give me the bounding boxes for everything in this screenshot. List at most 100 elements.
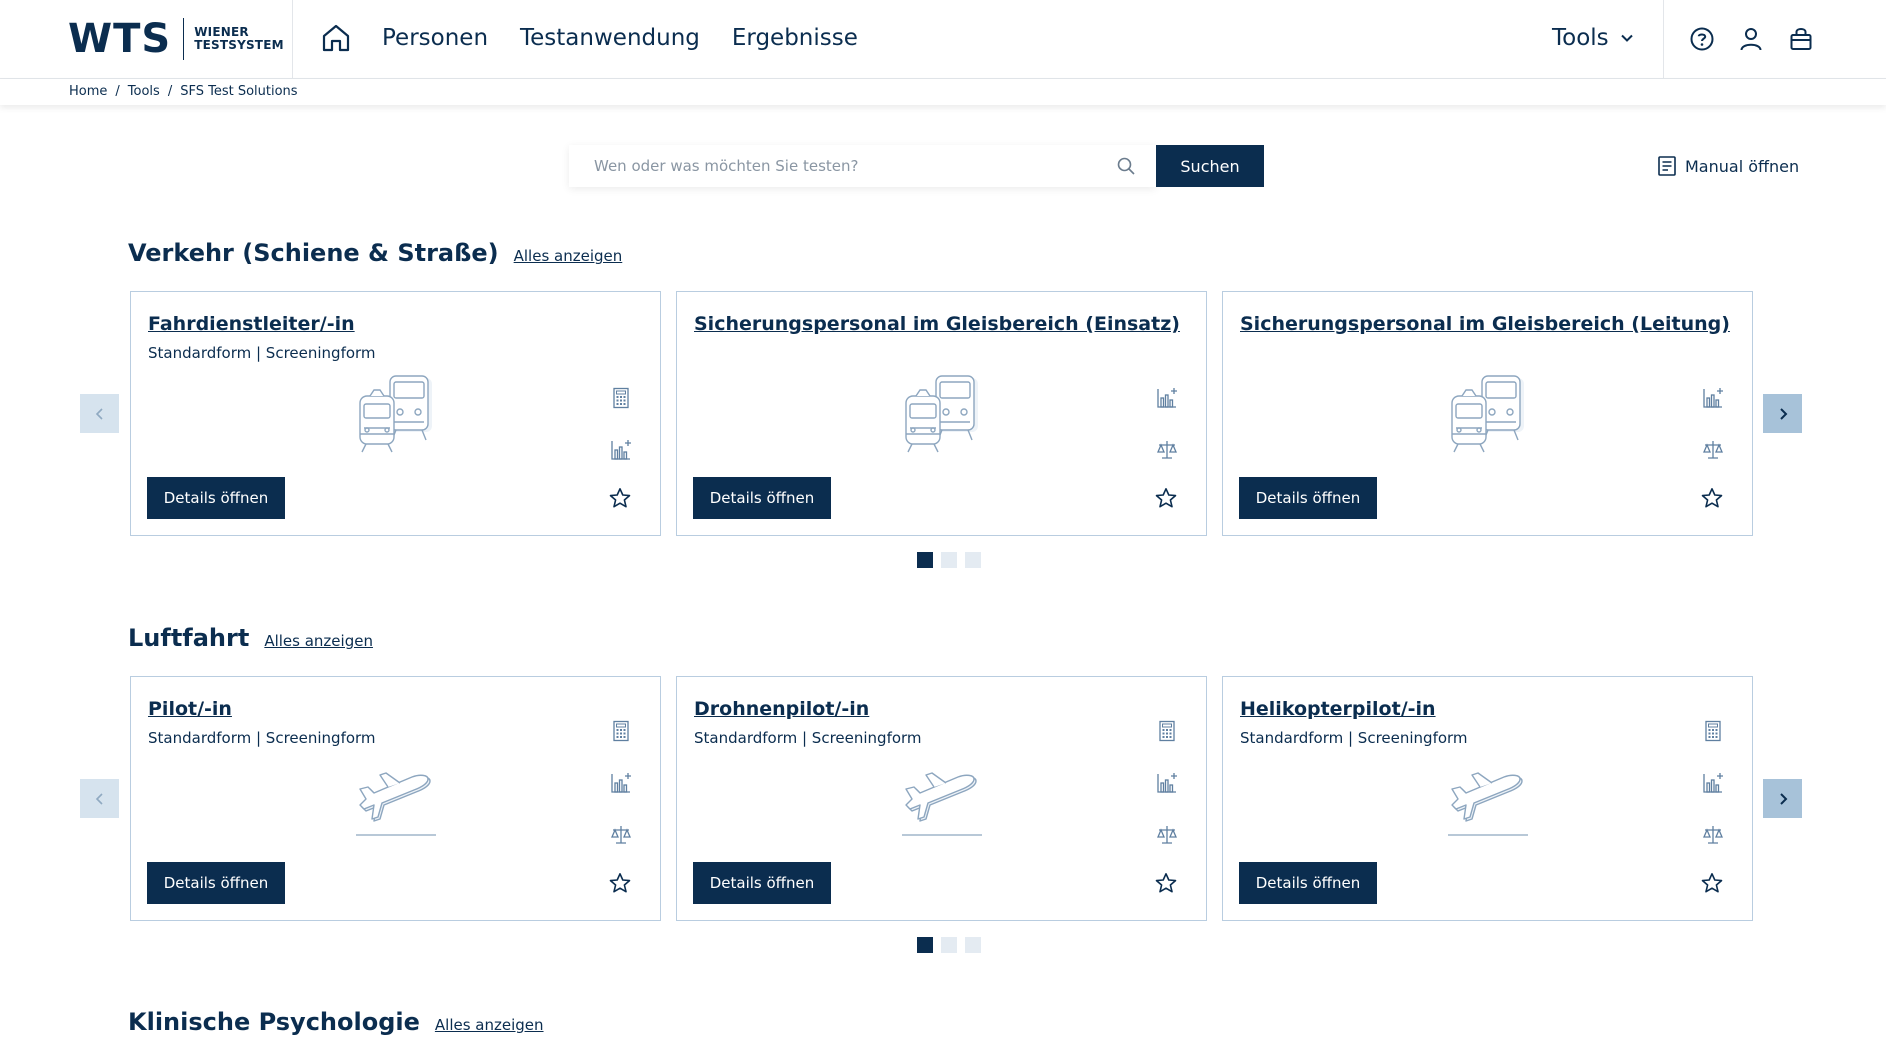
details-button[interactable]: Details öffnen xyxy=(1239,477,1377,519)
star-icon[interactable] xyxy=(608,486,632,510)
header-divider xyxy=(292,0,293,79)
details-button[interactable]: Details öffnen xyxy=(693,862,831,904)
user-icon[interactable] xyxy=(1737,25,1765,53)
pagination-dot-active[interactable] xyxy=(917,937,933,953)
manual-label: Manual öffnen xyxy=(1685,156,1800,176)
test-card: Sicherungspersonal im Gleisbereich (Leit… xyxy=(1222,291,1753,536)
chevron-right-icon xyxy=(1779,792,1787,805)
nav-personen[interactable]: Personen xyxy=(382,24,488,52)
scales-icon[interactable] xyxy=(1155,823,1179,847)
logo-divider xyxy=(183,18,185,60)
scales-icon[interactable] xyxy=(1701,438,1725,462)
logo-subtitle-line-1: WIENER xyxy=(194,25,249,39)
chart-plus-icon[interactable] xyxy=(1155,771,1179,795)
wts-logo[interactable]: WTS WIENER TESTSYSTEM xyxy=(68,18,284,60)
show-all-link[interactable]: Alles anzeigen xyxy=(435,1016,544,1034)
scales-icon[interactable] xyxy=(1155,438,1179,462)
card-title[interactable]: Sicherungspersonal im Gleisbereich (Leit… xyxy=(1240,313,1730,335)
section-heading: Klinische Psychologie xyxy=(128,1008,420,1036)
star-icon[interactable] xyxy=(1154,486,1178,510)
chevron-down-icon xyxy=(1620,34,1633,42)
carousel-prev-button[interactable] xyxy=(80,394,119,433)
tools-label: Tools xyxy=(1552,25,1609,51)
logo-subtitle-line-2: TESTSYSTEM xyxy=(194,38,284,52)
pagination-dot[interactable] xyxy=(965,937,981,953)
document-icon[interactable] xyxy=(1155,719,1179,743)
section-heading: Luftfahrt xyxy=(128,624,250,652)
card-title[interactable]: Fahrdienstleiter/-in xyxy=(148,313,355,335)
search-button[interactable]: Suchen xyxy=(1156,145,1264,187)
test-card: Helikopterpilot/-in Standardform | Scree… xyxy=(1222,676,1753,921)
breadcrumb-bar: Home / Tools / SFS Test Solutions xyxy=(0,79,1886,105)
section-title-klinische-psychologie: Klinische Psychologie Alles anzeigen xyxy=(128,1008,544,1036)
document-icon[interactable] xyxy=(1701,719,1725,743)
airplane-icon xyxy=(354,759,438,839)
details-button[interactable]: Details öffnen xyxy=(147,862,285,904)
breadcrumb: Home / Tools / SFS Test Solutions xyxy=(69,84,298,99)
pagination-dot[interactable] xyxy=(941,552,957,568)
train-icon xyxy=(1446,374,1530,454)
section-title-verkehr: Verkehr (Schiene & Straße) Alles anzeige… xyxy=(128,239,622,267)
scales-icon[interactable] xyxy=(1701,823,1725,847)
nav-ergebnisse[interactable]: Ergebnisse xyxy=(732,24,858,52)
section-heading: Verkehr (Schiene & Straße) xyxy=(128,239,499,267)
airplane-icon xyxy=(1446,759,1530,839)
carousel-next-button[interactable] xyxy=(1763,779,1802,818)
card-title[interactable]: Drohnenpilot/-in xyxy=(694,698,869,720)
help-icon[interactable] xyxy=(1688,25,1716,53)
cart-icon[interactable] xyxy=(1787,25,1815,53)
home-icon[interactable] xyxy=(320,22,352,54)
search-box xyxy=(569,145,1156,187)
document-icon[interactable] xyxy=(609,719,633,743)
card-subtitle: Standardform | Screeningform xyxy=(148,344,376,362)
carousel-next-button[interactable] xyxy=(1763,394,1802,433)
section-title-luftfahrt: Luftfahrt Alles anzeigen xyxy=(128,624,373,652)
breadcrumb-current[interactable]: SFS Test Solutions xyxy=(180,84,297,99)
details-button[interactable]: Details öffnen xyxy=(147,477,285,519)
chart-plus-icon[interactable] xyxy=(1701,386,1725,410)
chevron-right-icon xyxy=(1779,407,1787,420)
show-all-link[interactable]: Alles anzeigen xyxy=(514,247,623,265)
document-icon[interactable] xyxy=(609,386,633,410)
star-icon[interactable] xyxy=(1154,871,1178,895)
train-icon xyxy=(354,374,438,454)
details-button[interactable]: Details öffnen xyxy=(693,477,831,519)
card-title[interactable]: Helikopterpilot/-in xyxy=(1240,698,1436,720)
breadcrumb-home[interactable]: Home xyxy=(69,84,107,99)
breadcrumb-tools[interactable]: Tools xyxy=(128,84,160,99)
logo-wordmark: WTS xyxy=(68,16,172,62)
header-divider xyxy=(1663,0,1664,79)
chevron-left-icon xyxy=(95,792,103,805)
chart-plus-icon[interactable] xyxy=(609,438,633,462)
pagination-dot-active[interactable] xyxy=(917,552,933,568)
breadcrumb-separator: / xyxy=(115,84,120,99)
pagination-dot[interactable] xyxy=(965,552,981,568)
test-card: Fahrdienstleiter/-in Standardform | Scre… xyxy=(130,291,661,536)
card-title[interactable]: Pilot/-in xyxy=(148,698,232,720)
search-input[interactable] xyxy=(569,146,1089,186)
details-button[interactable]: Details öffnen xyxy=(1239,862,1377,904)
top-header: WTS WIENER TESTSYSTEM Personen Testanwen… xyxy=(0,0,1886,79)
chart-plus-icon[interactable] xyxy=(1701,771,1725,795)
nav-testanwendung[interactable]: Testanwendung xyxy=(520,24,700,52)
test-card: Sicherungspersonal im Gleisbereich (Eins… xyxy=(676,291,1207,536)
carousel-prev-button[interactable] xyxy=(80,779,119,818)
chart-plus-icon[interactable] xyxy=(1155,386,1179,410)
carousel-pagination xyxy=(917,552,981,568)
carousel-pagination xyxy=(917,937,981,953)
manual-icon xyxy=(1658,156,1676,176)
tools-dropdown[interactable]: Tools xyxy=(1552,24,1635,52)
search-icon[interactable] xyxy=(1116,156,1136,176)
test-card: Drohnenpilot/-in Standardform | Screenin… xyxy=(676,676,1207,921)
star-icon[interactable] xyxy=(1700,871,1724,895)
card-title[interactable]: Sicherungspersonal im Gleisbereich (Eins… xyxy=(694,313,1180,335)
star-icon[interactable] xyxy=(1700,486,1724,510)
chart-plus-icon[interactable] xyxy=(609,771,633,795)
card-subtitle: Standardform | Screeningform xyxy=(148,729,376,747)
scales-icon[interactable] xyxy=(609,823,633,847)
airplane-icon xyxy=(900,759,984,839)
manual-link[interactable]: Manual öffnen xyxy=(1657,155,1799,177)
star-icon[interactable] xyxy=(608,871,632,895)
pagination-dot[interactable] xyxy=(941,937,957,953)
show-all-link[interactable]: Alles anzeigen xyxy=(264,632,373,650)
